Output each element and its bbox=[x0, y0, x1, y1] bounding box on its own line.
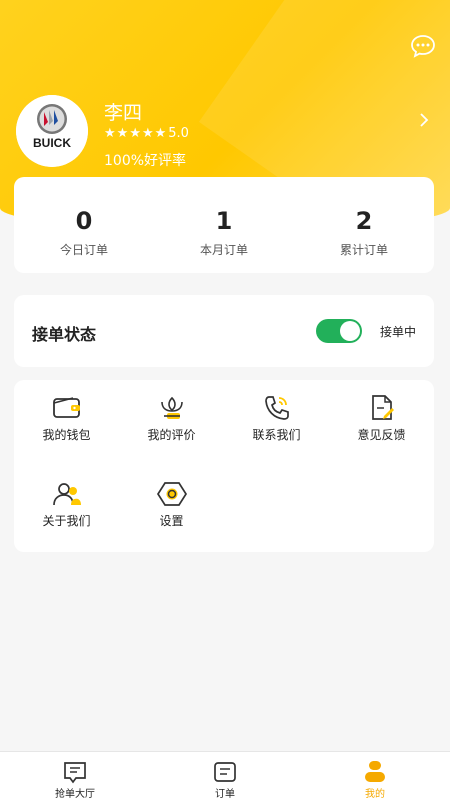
nav-label: 我的 bbox=[365, 789, 385, 800]
rating-row: ★ ★ ★ ★ ★ 5.0 bbox=[104, 126, 189, 141]
order-status-toggle[interactable] bbox=[316, 319, 362, 343]
menu-label: 联系我们 bbox=[252, 428, 301, 442]
review-icon bbox=[160, 396, 183, 419]
nav-label: 订单 bbox=[215, 789, 235, 800]
nav-item-hall[interactable]: 抢单大厅 bbox=[0, 752, 150, 801]
stat-value: 0 bbox=[75, 207, 93, 235]
wallet-icon bbox=[52, 397, 80, 418]
menu-label: 我的钱包 bbox=[42, 428, 91, 442]
order-status-text: 接单中 bbox=[379, 325, 416, 339]
star-icon: ★ bbox=[154, 126, 167, 141]
brand-label: BUICK bbox=[33, 136, 71, 150]
menu-item-wallet[interactable]: 我的钱包 bbox=[14, 394, 119, 443]
star-icon: ★ bbox=[141, 126, 154, 141]
feedback-icon bbox=[371, 395, 394, 420]
stat-label: 今日订单 bbox=[59, 243, 108, 257]
stat-today[interactable]: 0 今日订单 bbox=[14, 177, 154, 273]
star-icon: ★ bbox=[104, 126, 116, 141]
nav-item-orders[interactable]: 订单 bbox=[150, 752, 300, 801]
nav-label: 抢单大厅 bbox=[55, 789, 95, 800]
stat-label: 本月订单 bbox=[199, 243, 248, 257]
settings-icon bbox=[156, 482, 187, 506]
stat-value: 2 bbox=[355, 207, 373, 235]
avatar[interactable]: BUICK bbox=[16, 95, 88, 167]
stat-value: 1 bbox=[215, 207, 233, 235]
menu-item-settings[interactable]: 设置 bbox=[119, 480, 224, 529]
nav-item-mine[interactable]: 我的 bbox=[300, 752, 450, 801]
profile-icon bbox=[365, 761, 385, 782]
phone-icon bbox=[264, 396, 289, 420]
menu-item-about[interactable]: 关于我们 bbox=[14, 480, 119, 529]
menu-item-feedback[interactable]: 意见反馈 bbox=[329, 394, 434, 443]
order-status-card: 接单状态 接单中 bbox=[14, 295, 434, 367]
stat-month[interactable]: 1 本月订单 bbox=[154, 177, 294, 273]
praise-rate: 100%好评率 bbox=[104, 153, 187, 169]
menu-label: 关于我们 bbox=[42, 514, 91, 528]
menu-label: 我的评价 bbox=[147, 428, 196, 442]
stat-label: 累计订单 bbox=[339, 243, 388, 257]
username: 李四 bbox=[104, 102, 143, 124]
star-icon: ★ bbox=[129, 126, 141, 141]
chevron-right-icon[interactable] bbox=[418, 112, 430, 128]
hall-icon bbox=[64, 762, 86, 784]
people-icon bbox=[52, 483, 81, 506]
stat-total[interactable]: 2 累计订单 bbox=[294, 177, 434, 273]
order-stats-card: 0 今日订单 1 本月订单 2 累计订单 bbox=[14, 177, 434, 273]
buick-logo: BUICK bbox=[16, 95, 88, 167]
order-status-title: 接单状态 bbox=[32, 325, 97, 344]
menu-item-contact[interactable]: 联系我们 bbox=[224, 394, 329, 443]
rating-value: 5.0 bbox=[168, 126, 189, 141]
menu-grid: 我的钱包 我的评价 联系我们 意见反馈 关于我们 设置 bbox=[14, 380, 434, 552]
order-icon bbox=[214, 762, 236, 782]
star-rating: ★ ★ ★ ★ ★ bbox=[104, 127, 166, 140]
chat-icon[interactable] bbox=[410, 34, 436, 58]
menu-label: 意见反馈 bbox=[357, 428, 406, 442]
menu-item-reviews[interactable]: 我的评价 bbox=[119, 394, 224, 443]
bottom-nav: 抢单大厅 订单 我的 bbox=[0, 751, 450, 801]
toggle-knob bbox=[340, 321, 360, 341]
star-icon: ★ bbox=[116, 126, 129, 141]
menu-label: 设置 bbox=[159, 514, 184, 528]
